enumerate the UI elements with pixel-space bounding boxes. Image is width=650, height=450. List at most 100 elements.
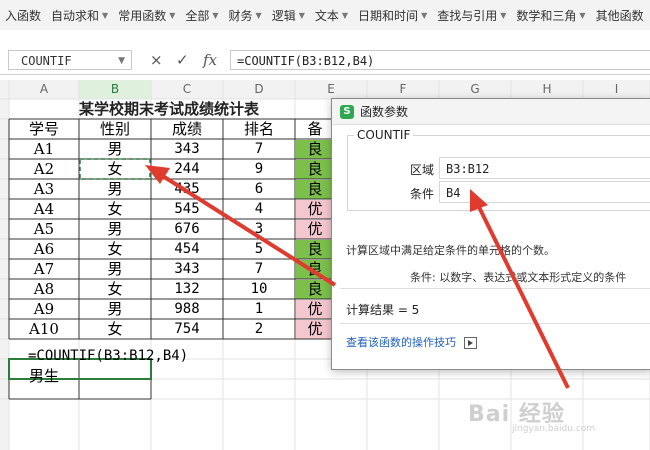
ribbon-item[interactable]: 全部 ▼ [180,7,223,24]
header-cell[interactable]: 备 [295,119,335,139]
cell-id[interactable]: A5 [9,219,79,239]
ribbon-item[interactable]: 财务 ▼ [224,7,267,24]
criteria-input[interactable]: B4 [439,181,650,203]
column-header-e[interactable]: E [295,81,367,98]
chevron-down-icon[interactable]: ▼ [212,11,218,20]
cell-remark[interactable]: 良 [295,279,335,299]
cell-score[interactable]: 244 [151,159,223,179]
ribbon-item[interactable]: 自动求和 ▼ [46,7,113,24]
cell-gender[interactable]: 男 [79,259,151,279]
dialog-title-bar[interactable]: S 函数参数 [332,99,650,125]
chevron-down-icon[interactable]: ▼ [421,11,427,20]
ribbon-item[interactable]: 日期和时间 ▼ [353,7,432,24]
cell-score[interactable]: 545 [151,199,223,219]
cell-gender[interactable]: 女 [79,239,151,259]
cell-score[interactable]: 132 [151,279,223,299]
chevron-down-icon[interactable]: ▼ [169,11,175,20]
cell-score[interactable]: 676 [151,219,223,239]
insert-function-icon[interactable]: fx [203,51,217,69]
formula-input[interactable]: =COUNTIF(B3:B12,B4) [230,50,650,70]
ribbon-item[interactable]: 其他函数 [591,7,649,24]
cell-rank[interactable]: 2 [223,319,295,339]
cell-remark[interactable]: 良 [295,139,335,159]
name-box[interactable]: COUNTIF ▼ [8,50,132,70]
cell-remark[interactable]: 良 [295,259,335,279]
ribbon-item[interactable]: 常用函数 ▼ [113,7,180,24]
cell-id[interactable]: A7 [9,259,79,279]
range-input[interactable]: B3:B12 [439,157,650,179]
cell-rank[interactable]: 5 [223,239,295,259]
cell-gender[interactable]: 女 [79,199,151,219]
column-header-i[interactable]: I [583,81,650,98]
cell-rank[interactable]: 9 [223,159,295,179]
ribbon-item[interactable]: 入函数 [0,7,46,24]
column-header-b[interactable]: B [79,81,151,98]
column-header-a[interactable]: A [9,81,79,98]
cell-id[interactable]: A6 [9,239,79,259]
help-link[interactable]: 查看该函数的操作技巧 [346,334,477,350]
cell-score[interactable]: 343 [151,139,223,159]
header-cell[interactable]: 性别 [79,119,151,139]
column-header-g[interactable]: G [439,81,511,98]
cell-rank[interactable]: 6 [223,179,295,199]
cell-remark[interactable]: 良 [295,239,335,259]
cell-id[interactable]: A3 [9,179,79,199]
cell-remark[interactable]: 优 [295,299,335,319]
cell-rank[interactable]: 3 [223,219,295,239]
cell-gender[interactable]: 男 [79,139,151,159]
cell-gender[interactable]: 女 [79,159,151,179]
chevron-down-icon[interactable]: ▼ [256,11,262,20]
column-header-d[interactable]: D [223,81,295,98]
column-header-h[interactable]: H [511,81,583,98]
cell-id[interactable]: A9 [9,299,79,319]
cell-rank[interactable]: 7 [223,259,295,279]
cell-gender[interactable]: 男 [79,299,151,319]
ribbon-item[interactable]: 数学和三角 ▼ [511,7,590,24]
cell-remark[interactable]: 优 [295,319,335,339]
cell-remark[interactable]: 优 [295,199,335,219]
cell-remark[interactable]: 优 [295,219,335,239]
header-cell[interactable]: 学号 [9,119,79,139]
chevron-down-icon[interactable]: ▼ [118,51,125,71]
chevron-down-icon[interactable]: ▼ [102,11,108,20]
cell-gender[interactable]: 女 [79,279,151,299]
cell-id[interactable]: A1 [9,139,79,159]
help-link-text[interactable]: 查看该函数的操作技巧 [346,336,456,349]
chevron-down-icon[interactable]: ▼ [342,11,348,20]
cell-gender[interactable]: 男 [79,179,151,199]
cell-gender[interactable]: 男 [79,219,151,239]
range-label: 区域 [410,163,435,177]
cell-score[interactable]: 343 [151,259,223,279]
male-label-cell[interactable]: 男生 [9,366,79,386]
chevron-down-icon[interactable]: ▼ [500,11,506,20]
cell-gender[interactable]: 女 [79,319,151,339]
cell-id[interactable]: A4 [9,199,79,219]
confirm-icon[interactable]: ✓ [176,51,189,69]
cell-id[interactable]: A2 [9,159,79,179]
ribbon-item[interactable]: 逻辑 ▼ [267,7,310,24]
cell-id[interactable]: A8 [9,279,79,299]
video-play-icon[interactable] [464,337,477,349]
header-cell[interactable]: 成绩 [151,119,223,139]
cell-rank[interactable]: 4 [223,199,295,219]
cell-rank[interactable]: 1 [223,299,295,319]
cell-id[interactable]: A10 [9,319,79,339]
cell-score[interactable]: 454 [151,239,223,259]
cell-rank[interactable]: 10 [223,279,295,299]
formula-cell[interactable]: =COUNTIF(B3:B12,B4) [28,346,228,366]
cell-score[interactable]: 988 [151,299,223,319]
cell-remark[interactable]: 良 [295,179,335,199]
header-cell[interactable]: 排名 [223,119,295,139]
cell-remark[interactable]: 良 [295,159,335,179]
ribbon-item-label: 逻辑 [271,8,296,23]
column-header-c[interactable]: C [151,81,223,98]
cell-rank[interactable]: 7 [223,139,295,159]
cancel-icon[interactable]: × [150,51,163,69]
ribbon-item[interactable]: 查找与引用 ▼ [432,7,511,24]
cell-score[interactable]: 754 [151,319,223,339]
ribbon-item[interactable]: 文本 ▼ [310,7,353,24]
cell-score[interactable]: 435 [151,179,223,199]
chevron-down-icon[interactable]: ▼ [299,11,305,20]
chevron-down-icon[interactable]: ▼ [579,11,585,20]
column-header-f[interactable]: F [367,81,439,98]
